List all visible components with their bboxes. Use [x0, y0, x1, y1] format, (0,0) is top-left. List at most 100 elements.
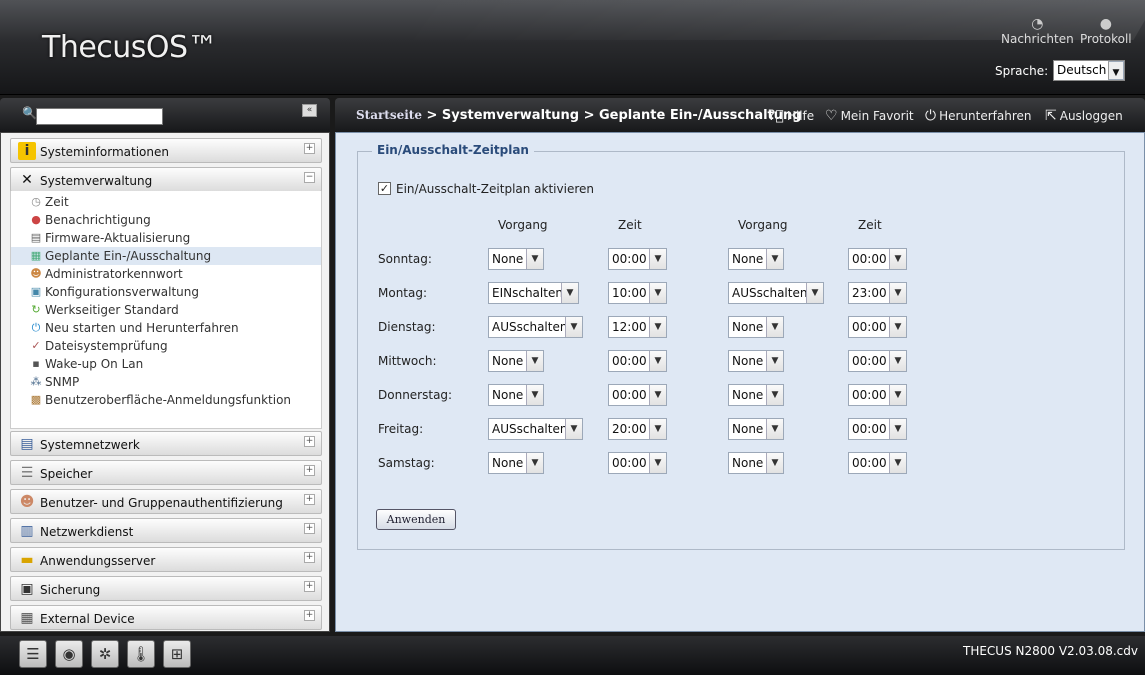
action-select-2[interactable]: AUSschalten ▼: [728, 282, 824, 304]
expand-icon[interactable]: +: [304, 581, 315, 592]
device-icon: ▦: [20, 610, 34, 626]
action-select-1-value: None: [492, 252, 524, 266]
time-select-2[interactable]: 00:00 ▼: [848, 350, 907, 372]
time-select-1[interactable]: 00:00 ▼: [608, 452, 667, 474]
action-select-1[interactable]: None ▼: [488, 452, 544, 474]
action-select-1[interactable]: None ▼: [488, 384, 544, 406]
sidebar-category-systemverwaltung[interactable]: ✕ Systemverwaltung −: [10, 167, 322, 192]
sidebar-item-neu-starten[interactable]: ⏻ Neu starten und Herunterfahren: [11, 319, 321, 337]
column-header-time-2: Zeit: [858, 218, 882, 232]
action-select-2-value: None: [732, 320, 764, 334]
time-select-1-value: 10:00: [612, 286, 647, 300]
action-select-1-value: EINschalten: [492, 286, 563, 300]
day-label: Mittwoch:: [378, 354, 437, 368]
sidebar-item-benachrichtigung[interactable]: ● Benachrichtigung: [11, 211, 321, 229]
chevron-down-icon: ▼: [649, 249, 666, 269]
logout-label: Ausloggen: [1059, 109, 1123, 123]
favorite-button[interactable]: ♡ Mein Favorit: [825, 108, 914, 124]
heart-icon: ♡: [825, 108, 838, 124]
time-select-2[interactable]: 00:00 ▼: [848, 248, 907, 270]
expand-icon[interactable]: +: [304, 523, 315, 534]
rss-icon: ◔: [1031, 16, 1044, 32]
chevron-down-icon: ▼: [766, 249, 783, 269]
help-button[interactable]: ?⃝ Hilfe: [768, 108, 814, 124]
sidebar-item-geplante-ein-ausschaltung[interactable]: ▦ Geplante Ein-/Ausschaltung: [11, 247, 321, 265]
language-select[interactable]: Deutsch ▼: [1053, 60, 1125, 81]
chevron-down-icon: ▼: [649, 317, 666, 337]
time-select-2[interactable]: 00:00 ▼: [848, 384, 907, 406]
temperature-icon[interactable]: 🌡: [127, 640, 155, 668]
chevron-down-icon: ▼: [766, 317, 783, 337]
search-input[interactable]: [36, 108, 163, 125]
disk-icon[interactable]: ◉: [55, 640, 83, 668]
sidebar-category-netzwerkdienst[interactable]: ▥ Netzwerkdienst +: [10, 518, 322, 543]
time-select-2[interactable]: 00:00 ▼: [848, 418, 907, 440]
sidebar-category-systemnetzwerk[interactable]: ▤ Systemnetzwerk +: [10, 431, 322, 456]
lan-icon[interactable]: ⊞: [163, 640, 191, 668]
time-select-1[interactable]: 00:00 ▼: [608, 350, 667, 372]
action-select-2[interactable]: None ▼: [728, 248, 784, 270]
action-select-2[interactable]: None ▼: [728, 316, 784, 338]
action-select-1[interactable]: AUSschalten ▼: [488, 418, 583, 440]
action-select-2[interactable]: None ▼: [728, 350, 784, 372]
action-select-2[interactable]: None ▼: [728, 384, 784, 406]
shutdown-button[interactable]: ⏻ Herunterfahren: [925, 108, 1032, 124]
sidebar-category-speicher[interactable]: ☰ Speicher +: [10, 460, 322, 485]
logout-button[interactable]: ⇱ Ausloggen: [1045, 108, 1123, 124]
expand-icon[interactable]: +: [304, 436, 315, 447]
chevron-down-icon: ▼: [649, 419, 666, 439]
server-icon[interactable]: ☰: [19, 640, 47, 668]
collapse-icon[interactable]: −: [304, 172, 315, 183]
expand-icon[interactable]: +: [304, 494, 315, 505]
sidebar-item-werkseitiger-standard[interactable]: ↻ Werkseitiger Standard: [11, 301, 321, 319]
sidebar-category-benutzer[interactable]: ☻ Benutzer- und Gruppenauthentifizierung…: [10, 489, 322, 514]
category-label: External Device: [40, 612, 135, 626]
log-label: Protokoll: [1080, 32, 1132, 46]
time-select-2[interactable]: 00:00 ▼: [848, 316, 907, 338]
breadcrumb-home-link[interactable]: Startseite: [356, 108, 422, 122]
sidebar-item-dateisystempruefung[interactable]: ✓ Dateisystemprüfung: [11, 337, 321, 355]
expand-icon[interactable]: +: [304, 552, 315, 563]
chevron-down-icon: ▼: [806, 283, 823, 303]
sidebar-item-administratorkennwort[interactable]: ☻ Administratorkennwort: [11, 265, 321, 283]
time-select-2[interactable]: 23:00 ▼: [848, 282, 907, 304]
time-select-1-value: 00:00: [612, 252, 647, 266]
sidebar-item-zeit[interactable]: ◷ Zeit: [11, 193, 321, 211]
action-select-1[interactable]: EINschalten ▼: [488, 282, 579, 304]
time-select-1[interactable]: 10:00 ▼: [608, 282, 667, 304]
action-select-1[interactable]: AUSschalten ▼: [488, 316, 583, 338]
shutdown-label: Herunterfahren: [939, 109, 1032, 123]
sidebar-item-firmware[interactable]: ▤ Firmware-Aktualisierung: [11, 229, 321, 247]
time-select-1[interactable]: 20:00 ▼: [608, 418, 667, 440]
expand-icon[interactable]: +: [304, 465, 315, 476]
time-select-1[interactable]: 12:00 ▼: [608, 316, 667, 338]
snmp-icon: ⁂: [30, 375, 42, 388]
apply-button[interactable]: Anwenden: [376, 509, 456, 530]
time-select-1[interactable]: 00:00 ▼: [608, 384, 667, 406]
enable-schedule-checkbox[interactable]: ✓: [378, 182, 391, 195]
sidebar-item-konfigurationsverwaltung[interactable]: ▣ Konfigurationsverwaltung: [11, 283, 321, 301]
action-select-2-value: None: [732, 456, 764, 470]
sidebar-category-sicherung[interactable]: ▣ Sicherung +: [10, 576, 322, 601]
action-select-2[interactable]: None ▼: [728, 452, 784, 474]
time-select-1[interactable]: 00:00 ▼: [608, 248, 667, 270]
expand-icon[interactable]: +: [304, 610, 315, 621]
action-select-2[interactable]: None ▼: [728, 418, 784, 440]
sidebar-item-label: Wake-up On Lan: [45, 357, 144, 371]
log-button[interactable]: ● Protokoll: [1080, 16, 1132, 46]
sidebar-item-anmeldungsfunktion[interactable]: ▩ Benutzeroberfläche-Anmeldungsfunktion: [11, 391, 321, 409]
action-select-2-value: AUSschalten: [732, 286, 808, 300]
collapse-sidebar-button[interactable]: «: [302, 104, 317, 117]
action-select-1[interactable]: None ▼: [488, 350, 544, 372]
time-select-2[interactable]: 00:00 ▼: [848, 452, 907, 474]
sidebar-category-anwendungsserver[interactable]: ▬ Anwendungsserver +: [10, 547, 322, 572]
sidebar-category-external-device[interactable]: ▦ External Device +: [10, 605, 322, 630]
expand-icon[interactable]: +: [304, 143, 315, 154]
action-select-2-value: None: [732, 388, 764, 402]
news-button[interactable]: ◔ Nachrichten: [1001, 16, 1074, 46]
sidebar-category-systeminformationen[interactable]: i Systeminformationen +: [10, 138, 322, 163]
fan-icon[interactable]: ✲: [91, 640, 119, 668]
action-select-1[interactable]: None ▼: [488, 248, 544, 270]
sidebar-item-snmp[interactable]: ⁂ SNMP: [11, 373, 321, 391]
sidebar-item-wake-on-lan[interactable]: ▪ Wake-up On Lan: [11, 355, 321, 373]
